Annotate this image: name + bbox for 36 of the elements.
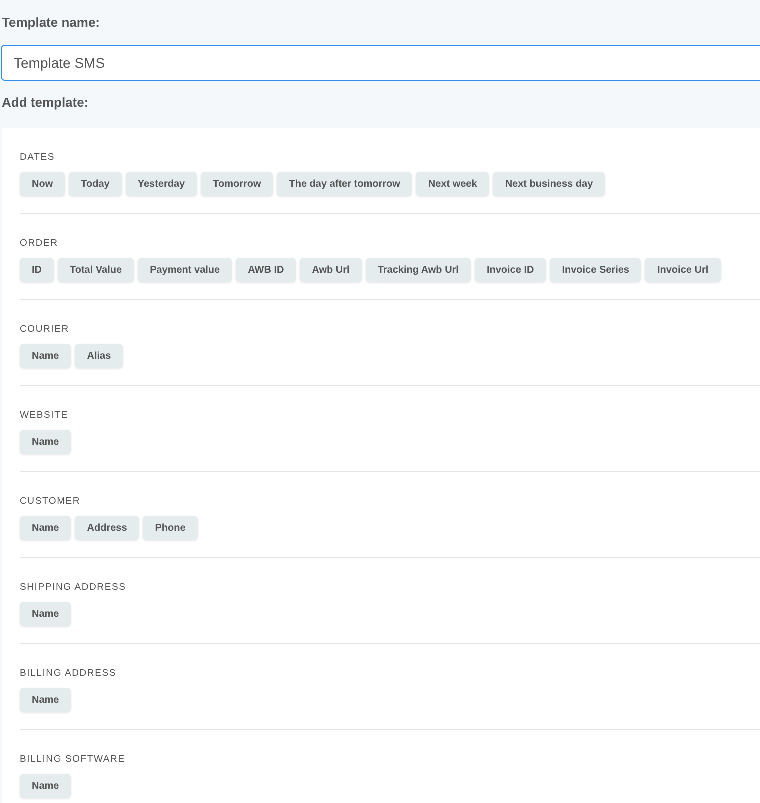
variable-chip[interactable]: Address xyxy=(75,516,140,540)
variable-chip[interactable]: Invoice ID xyxy=(474,258,546,282)
variable-chip[interactable]: Next business day xyxy=(493,172,606,196)
variable-chip[interactable]: Next week xyxy=(416,172,490,196)
variable-chip[interactable]: Invoice Series xyxy=(550,258,642,282)
input-field[interactable]: Template SMS xyxy=(1,45,760,81)
variable-chip[interactable]: Name xyxy=(20,430,72,454)
variable-chip[interactable]: Payment value xyxy=(138,258,232,282)
variable-chip[interactable]: Invoice Url xyxy=(645,258,721,282)
variable-chip[interactable]: AWB ID xyxy=(236,258,296,282)
group-title: DATES xyxy=(20,151,56,165)
variable-chip[interactable]: Tracking Awb Url xyxy=(366,258,471,282)
variable-chip[interactable]: The day after tomorrow xyxy=(277,172,412,196)
field-label: Template name: xyxy=(2,14,102,32)
group-title: COURIER xyxy=(20,323,70,337)
variable-chip[interactable]: Total Value xyxy=(58,258,134,282)
group-title: SHIPPING ADDRESS xyxy=(20,581,128,595)
group-title: BILLING ADDRESS xyxy=(20,667,118,681)
group-title: WEBSITE xyxy=(20,409,70,423)
variable-chip[interactable]: Name xyxy=(20,516,72,540)
group-title: BILLING SOFTWARE xyxy=(20,753,126,767)
variable-chip[interactable]: Awb Url xyxy=(300,258,362,282)
variable-chip[interactable]: Name xyxy=(20,344,72,368)
variable-chip[interactable]: Name xyxy=(20,602,72,626)
variable-chip[interactable]: Yesterday xyxy=(126,172,198,196)
variable-chip[interactable]: Alias xyxy=(75,344,124,368)
variable-chip[interactable]: ID xyxy=(20,258,54,282)
group-title: CUSTOMER xyxy=(20,495,82,509)
variable-chip[interactable]: Name xyxy=(20,774,72,798)
section-heading: Add template: xyxy=(2,94,90,112)
variable-chip[interactable]: Today xyxy=(69,172,122,196)
variable-chip[interactable]: Phone xyxy=(143,516,198,540)
variable-chip[interactable]: Name xyxy=(20,688,72,712)
variable-chip[interactable]: Tomorrow xyxy=(201,172,274,196)
variable-chip[interactable]: Now xyxy=(20,172,66,196)
group-title: ORDER xyxy=(20,237,60,251)
